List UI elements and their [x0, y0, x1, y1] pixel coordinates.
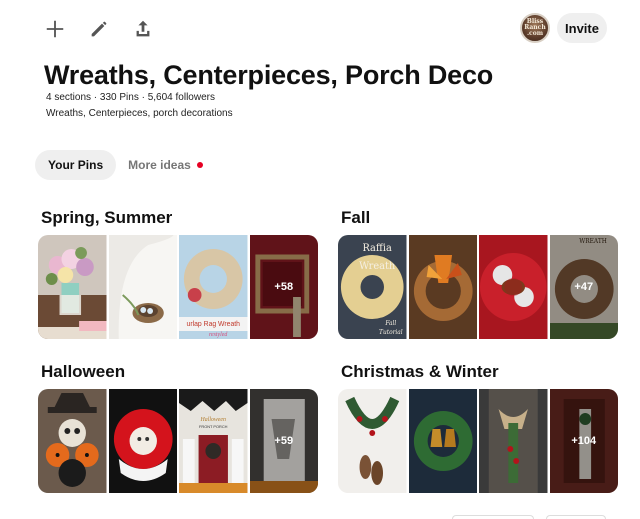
bottom-button-stub[interactable]: [452, 515, 534, 519]
section-halloween[interactable]: Halloween Halloween FRONT PORCH +59: [38, 362, 318, 493]
tab-your-pins[interactable]: Your Pins: [35, 150, 117, 180]
section-collage[interactable]: +104: [338, 389, 618, 493]
section-spring-summer[interactable]: Spring, Summer urlap Rag Wreath restyled…: [38, 208, 318, 339]
pin-thumbnail: [108, 389, 177, 493]
add-button[interactable]: [40, 16, 70, 42]
section-collage[interactable]: Raffia Wreath Fall Tutorial WREATH +47: [338, 235, 618, 339]
pin-thumbnail: urlap Rag Wreath restyled: [179, 235, 248, 339]
section-title: Fall: [341, 208, 371, 227]
more-pins-count: +59: [249, 389, 318, 493]
plus-icon: [46, 20, 64, 38]
section-title: Christmas & Winter: [341, 362, 499, 381]
section-collage[interactable]: urlap Rag Wreath restyled +58: [38, 235, 318, 339]
pin-thumbnail: [108, 235, 177, 339]
board-toolbar: [40, 16, 158, 42]
pin-thumbnail: [408, 235, 477, 339]
board-description: Wreaths, Centerpieces, porch decorations: [46, 108, 233, 119]
section-title: Halloween: [41, 362, 126, 381]
thumb-caption: FRONT PORCH: [199, 424, 228, 429]
section-christmas-winter[interactable]: Christmas & Winter +104: [338, 362, 618, 493]
thumb-caption: Halloween: [200, 417, 226, 423]
pin-thumbnail: [38, 389, 107, 493]
pin-thumbnail: [338, 389, 407, 493]
pin-thumbnail: Halloween FRONT PORCH: [179, 389, 248, 493]
board-tabs: Your Pins More ideas: [35, 150, 203, 180]
thumb-caption: Raffia: [362, 243, 391, 254]
pin-thumbnail: Raffia Wreath Fall Tutorial: [338, 235, 407, 339]
pin-thumbnail: +59: [249, 389, 318, 493]
thumb-caption: urlap Rag Wreath: [187, 321, 241, 328]
tab-more-ideas-label: More ideas: [128, 158, 191, 172]
thumb-caption: Wreath: [359, 261, 396, 272]
pin-thumbnail: [479, 235, 548, 339]
section-collage[interactable]: Halloween FRONT PORCH +59: [38, 389, 318, 493]
section-fall[interactable]: Fall Raffia Wreath Fall Tutorial WREATH …: [338, 208, 618, 339]
avatar-text: Bliss Ranch .com: [524, 18, 546, 37]
more-pins-count: +58: [249, 235, 318, 339]
more-pins-count: +47: [549, 235, 618, 339]
section-title: Spring, Summer: [41, 208, 173, 227]
bottom-button-stub[interactable]: [546, 515, 606, 519]
share-button[interactable]: [128, 16, 158, 42]
thumb-caption: restyled: [209, 332, 227, 338]
avatar[interactable]: Bliss Ranch .com: [520, 13, 550, 43]
board-stats: 4 sections · 330 Pins · 5,604 followers: [46, 92, 215, 103]
pin-thumbnail: +58: [249, 235, 318, 339]
thumb-caption: Tutorial: [379, 329, 403, 336]
edit-button[interactable]: [84, 16, 114, 42]
tab-more-ideas[interactable]: More ideas: [128, 158, 203, 172]
notification-dot: [196, 162, 203, 168]
pencil-icon: [91, 21, 107, 37]
thumb-caption: Fall: [384, 320, 396, 327]
pin-thumbnail: +104: [549, 389, 618, 493]
page-title: Wreaths, Centerpieces, Porch Deco: [44, 60, 494, 90]
upload-icon: [136, 20, 150, 37]
invite-button[interactable]: Invite: [557, 13, 607, 43]
pin-thumbnail: [408, 389, 477, 493]
more-pins-count: +104: [549, 389, 618, 493]
pin-thumbnail: [479, 389, 548, 493]
pin-thumbnail: [38, 235, 107, 339]
pin-thumbnail: WREATH +47: [549, 235, 618, 339]
